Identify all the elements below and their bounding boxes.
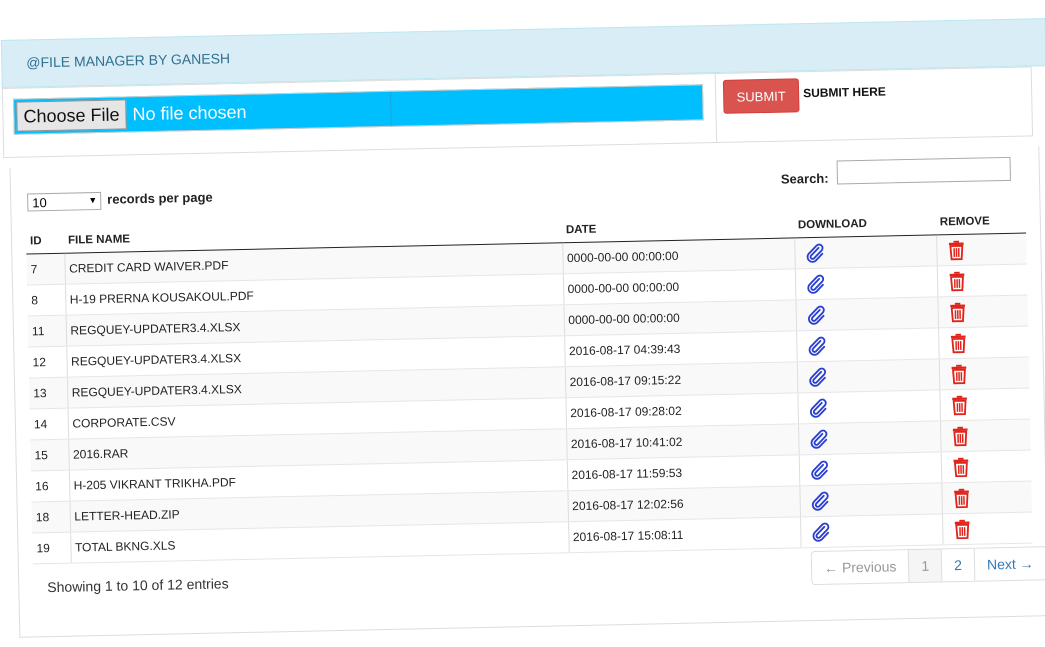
cell-date: 2016-08-17 04:39:43	[564, 330, 797, 367]
file-manager-panel: @FILE MANAGER BY GANESH Choose File No f…	[0, 0, 1045, 647]
cell-date: 2016-08-17 12:02:56	[567, 485, 800, 522]
trash-icon[interactable]	[950, 487, 972, 509]
paperclip-icon[interactable]	[805, 366, 827, 388]
cell-remove	[940, 450, 1032, 483]
cell-remove	[938, 326, 1029, 359]
search-input[interactable]	[836, 156, 1012, 185]
trash-icon[interactable]	[945, 270, 967, 292]
cell-id: 14	[29, 408, 69, 440]
cell-date: 0000-00-00 00:00:00	[562, 237, 795, 274]
column-header-id[interactable]: ID	[25, 212, 65, 255]
files-table-wrapper: 10 ▼ records per page Search: ID FILE NA…	[9, 146, 1045, 638]
input-divider	[390, 91, 392, 126]
cell-download	[796, 327, 939, 362]
cell-remove	[937, 295, 1029, 328]
cell-date: 2016-08-17 09:28:02	[565, 392, 799, 429]
trash-icon[interactable]	[947, 363, 969, 385]
cell-id: 7	[26, 253, 65, 285]
cell-download	[799, 513, 943, 548]
trash-icon[interactable]	[949, 425, 971, 447]
table-info: Showing 1 to 10 of 12 entries	[47, 575, 229, 596]
cell-remove	[938, 357, 1030, 390]
cell-download	[795, 296, 939, 331]
upload-divider	[714, 74, 718, 143]
no-file-text: No file chosen	[132, 101, 247, 124]
paperclip-icon[interactable]	[808, 490, 830, 512]
submit-note: SUBMIT HERE	[802, 84, 886, 101]
column-header-download[interactable]: DOWNLOAD	[793, 194, 937, 238]
cell-id: 16	[30, 470, 70, 502]
cell-id: 13	[28, 377, 68, 409]
trash-icon[interactable]	[947, 332, 969, 354]
trash-icon[interactable]	[949, 456, 971, 478]
trash-icon[interactable]	[951, 518, 973, 540]
records-per-page-select[interactable]: 10 ▼	[27, 191, 102, 212]
files-table: ID FILE NAME DATE DOWNLOAD REMOVE 7 CREDI…	[25, 192, 1033, 565]
cell-download	[794, 234, 937, 269]
trash-icon[interactable]	[948, 394, 970, 416]
search-label: Search:	[780, 170, 829, 187]
file-input[interactable]: Choose File No file chosen	[13, 84, 704, 135]
records-per-page-value: 10	[32, 194, 47, 210]
cell-remove	[941, 512, 1033, 545]
cell-remove	[939, 388, 1031, 421]
cell-id: 18	[31, 501, 71, 533]
pagination-next[interactable]: Next →	[973, 547, 1045, 581]
choose-file-button[interactable]: Choose File	[16, 99, 127, 132]
cell-id: 15	[30, 439, 69, 471]
table-body: 7 CREDIT CARD WAIVER.PDF 0000-00-00 00:00:…	[26, 233, 1033, 564]
cell-id: 11	[27, 315, 67, 347]
cell-date: 2016-08-17 11:59:53	[566, 454, 800, 491]
cell-download	[794, 265, 938, 300]
paperclip-icon[interactable]	[803, 242, 825, 264]
trash-icon[interactable]	[946, 301, 968, 323]
pagination-previous[interactable]: ← Previous	[811, 550, 909, 585]
cell-date: 2016-08-17 15:08:11	[568, 516, 801, 553]
cell-remove	[936, 264, 1028, 297]
cell-remove	[936, 233, 1027, 266]
cell-id: 8	[26, 284, 66, 316]
paperclip-icon[interactable]	[807, 459, 829, 481]
cell-download	[796, 358, 940, 393]
page-title: @FILE MANAGER BY GANESH	[26, 50, 231, 71]
cell-download	[799, 482, 942, 517]
cell-remove	[940, 419, 1031, 452]
column-header-date[interactable]: DATE	[561, 197, 795, 243]
cell-id: 19	[32, 532, 71, 564]
cell-id: 12	[28, 346, 67, 378]
trash-icon[interactable]	[945, 239, 967, 261]
paperclip-icon[interactable]	[809, 521, 831, 543]
records-per-page-label: records per page	[107, 189, 213, 207]
paperclip-icon[interactable]	[805, 335, 827, 357]
pagination: ← Previous 1 2 Next →	[810, 546, 1045, 586]
paperclip-icon[interactable]	[803, 273, 825, 295]
cell-download	[798, 451, 942, 486]
paperclip-icon[interactable]	[804, 304, 826, 326]
cell-date: 0000-00-00 00:00:00	[562, 268, 796, 305]
dropdown-arrow-icon: ▼	[88, 195, 98, 206]
submit-button[interactable]: SUBMIT	[722, 78, 800, 114]
cell-date: 2016-08-17 10:41:02	[566, 423, 799, 460]
pagination-page-2[interactable]: 2	[940, 548, 975, 582]
cell-download	[798, 420, 941, 455]
cell-remove	[941, 481, 1032, 514]
pagination-page-1[interactable]: 1	[908, 549, 942, 583]
paperclip-icon[interactable]	[806, 397, 828, 419]
paperclip-icon[interactable]	[807, 428, 829, 450]
cell-date: 2016-08-17 09:15:22	[564, 361, 798, 398]
cell-download	[797, 389, 941, 424]
column-header-remove[interactable]: REMOVE	[935, 192, 1027, 235]
cell-date: 0000-00-00 00:00:00	[563, 299, 797, 336]
